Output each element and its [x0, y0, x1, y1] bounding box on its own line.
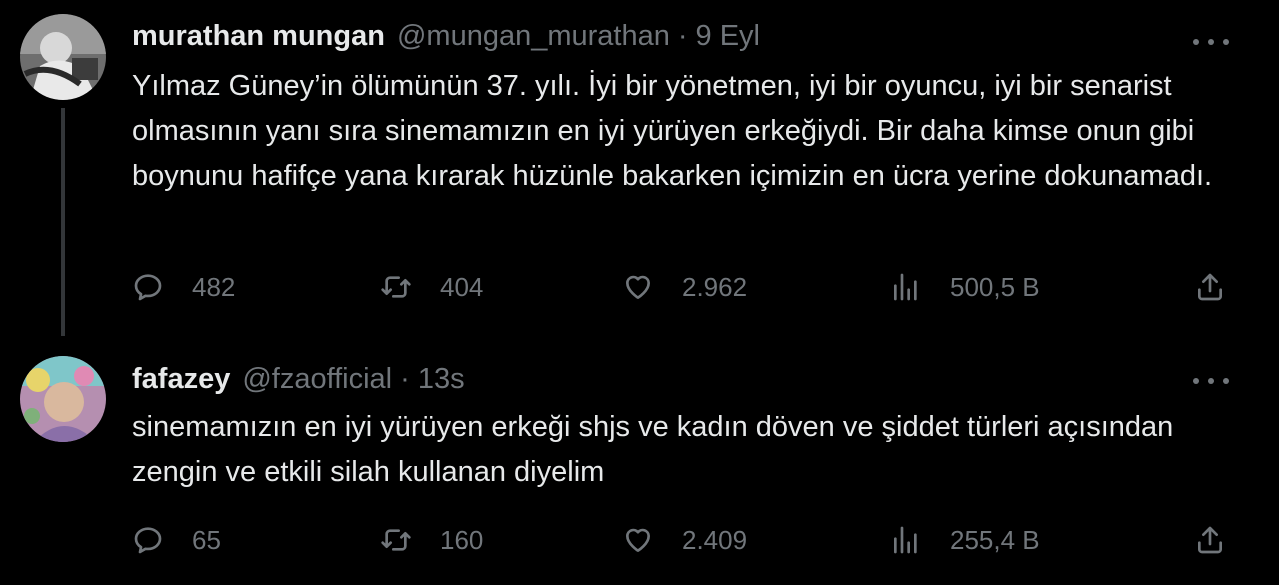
share-button[interactable] [1194, 267, 1226, 307]
like-count: 2.962 [682, 271, 748, 302]
tweet-text: Yılmaz Güney’in ölümünün 37. yılı. İyi b… [132, 70, 1213, 192]
retweet-button[interactable]: 404 [380, 267, 483, 307]
like-button[interactable]: 2.409 [622, 520, 747, 560]
share-icon [1198, 526, 1222, 554]
reply-count: 482 [192, 271, 236, 302]
reply-button[interactable]: 65 [132, 520, 221, 560]
tweet-header: fafazey @fzaofficial · 13s [132, 363, 465, 396]
tweet-original[interactable]: murathan mungan @mungan_murathan · 9 Eyl… [0, 0, 1279, 336]
reply-count: 65 [192, 524, 221, 555]
views-button[interactable]: 500,5 B [890, 267, 1040, 307]
reply-button[interactable]: 482 [132, 267, 235, 307]
tweet-actions: 482 404 2.962 500,5 B [132, 267, 1232, 307]
avatar-murathan[interactable] [20, 14, 106, 100]
tweet-time[interactable]: 13s [418, 363, 465, 396]
tweet-reply[interactable]: fafazey @fzaofficial · 13s sinemamızın e… [0, 335, 1279, 585]
views-chart-icon [894, 273, 917, 301]
reply-icon [134, 274, 162, 301]
heart-icon [626, 528, 650, 552]
tweet-header: murathan mungan @mungan_murathan · 9 Eyl [132, 20, 760, 53]
retweet-button[interactable]: 160 [380, 520, 483, 560]
more-dots-icon [1193, 39, 1199, 45]
author-name[interactable]: fafazey [132, 363, 230, 396]
separator-dot: · [400, 363, 410, 395]
retweet-count: 160 [440, 524, 484, 555]
tweet-time[interactable]: 9 Eyl [696, 20, 760, 53]
thread-line [61, 108, 65, 336]
more-options-button[interactable] [1193, 375, 1229, 387]
share-icon [1198, 273, 1222, 301]
reply-icon [134, 527, 162, 554]
separator-dot: · [677, 20, 688, 52]
author-name[interactable]: murathan mungan [132, 20, 385, 53]
views-count: 255,4 B [950, 524, 1040, 555]
retweet-icon [381, 276, 411, 298]
author-handle[interactable]: @mungan_murathan [397, 20, 670, 53]
tweet-actions: 65 160 2.409 255,4 B [132, 520, 1232, 560]
author-handle[interactable]: @fzaofficial [242, 363, 392, 396]
avatar-fafazey[interactable] [20, 356, 106, 442]
views-count: 500,5 B [950, 271, 1040, 302]
more-options-button[interactable] [1193, 36, 1229, 48]
like-count: 2.409 [682, 524, 748, 555]
views-chart-icon [894, 526, 917, 554]
views-button[interactable]: 255,4 B [890, 520, 1040, 560]
like-button[interactable]: 2.962 [622, 267, 747, 307]
tweet-text: sinemamızın en iyi yürüyen erkeği shjs v… [132, 411, 1174, 488]
share-button[interactable] [1194, 520, 1226, 560]
heart-icon [626, 275, 650, 299]
more-dots-icon [1193, 378, 1199, 384]
retweet-icon [381, 529, 411, 551]
retweet-count: 404 [440, 271, 484, 302]
